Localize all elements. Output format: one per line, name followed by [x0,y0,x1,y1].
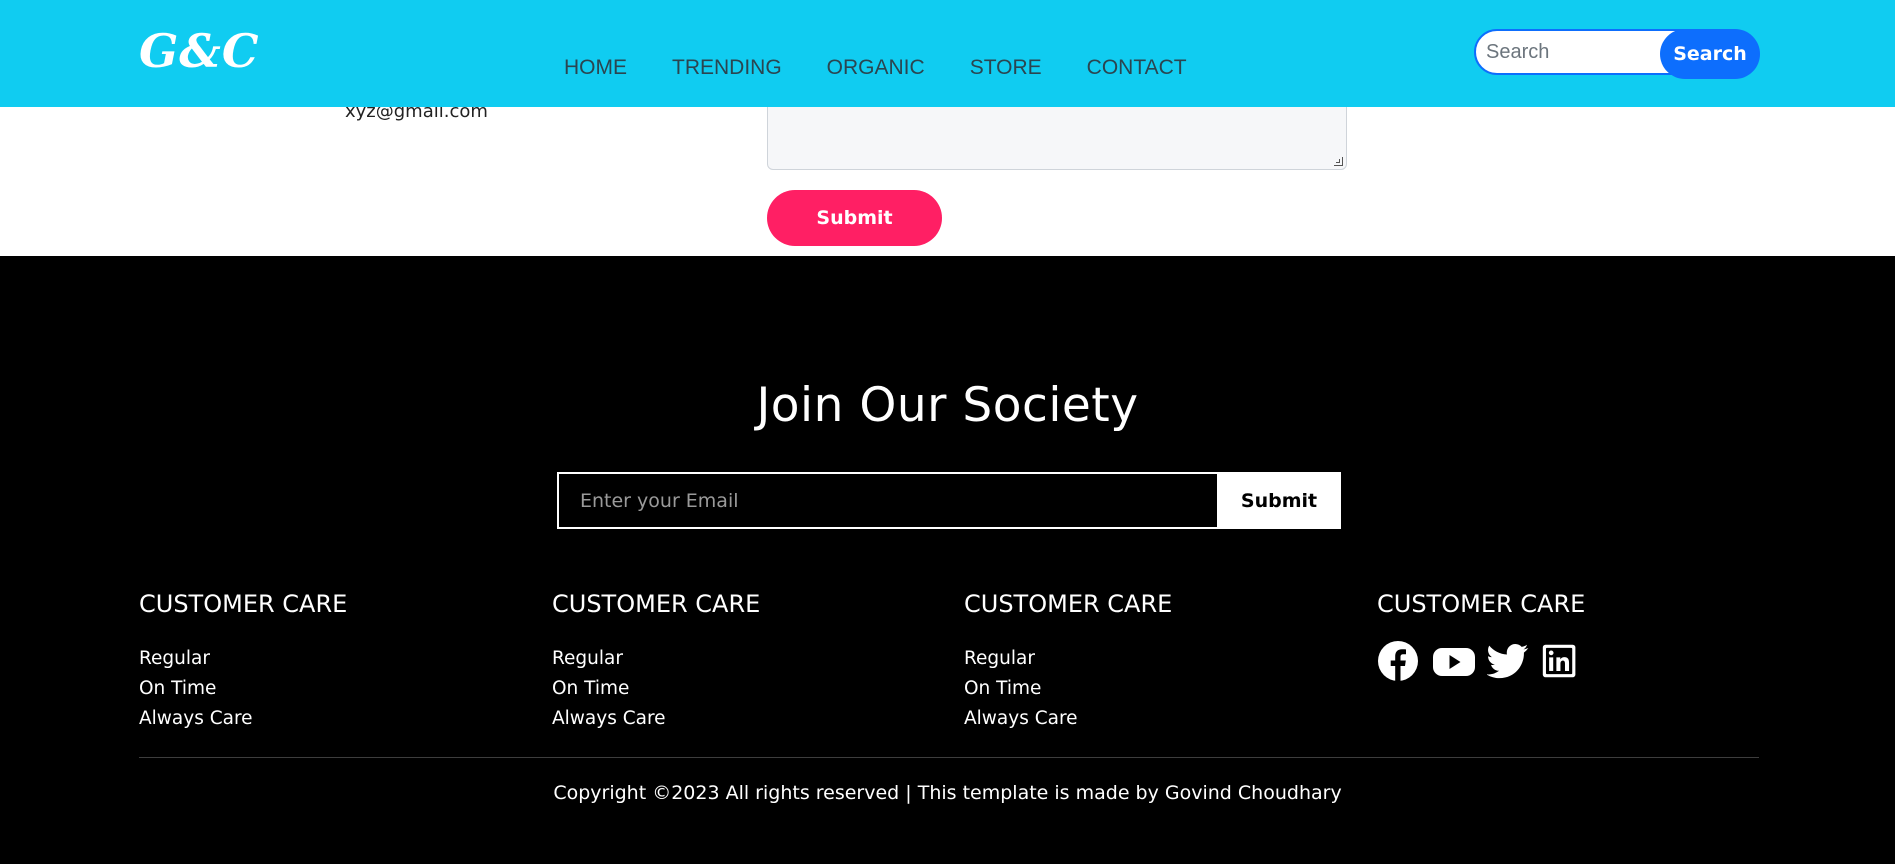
nav-link-organic[interactable]: ORGANIC [827,56,925,80]
social-links [1377,640,1677,682]
footer-link-regular[interactable]: Regular [552,644,852,674]
top-navbar: G&C HOME TRENDING ORGANIC STORE CONTACT … [0,0,1895,107]
resize-handle-icon[interactable] [1334,157,1343,166]
copyright-text: Copyright ©2023 All rights reserved | Th… [553,782,1342,804]
contact-submit-button[interactable]: Submit [767,190,942,246]
footer-link-regular[interactable]: Regular [964,644,1264,674]
youtube-icon[interactable] [1431,640,1475,682]
footer-link-on-time[interactable]: On Time [139,674,439,704]
footer-column-heading: CUSTOMER CARE [964,590,1173,618]
footer-column-3: CUSTOMER CARE Regular On Time Always Car… [964,590,1264,734]
newsletter-email-input[interactable] [557,472,1219,529]
footer-column-4: CUSTOMER CARE [1377,590,1677,682]
search-form: Search [1474,29,1760,79]
search-button[interactable]: Search [1660,29,1760,79]
nav-link-contact[interactable]: CONTACT [1087,56,1187,80]
footer-column-2: CUSTOMER CARE Regular On Time Always Car… [552,590,852,734]
footer-link-on-time[interactable]: On Time [552,674,852,704]
footer-column-heading: CUSTOMER CARE [552,590,761,618]
footer-link-always-care[interactable]: Always Care [139,704,439,734]
main-nav: HOME TRENDING ORGANIC STORE CONTACT [564,56,1187,80]
nav-link-trending[interactable]: TRENDING [672,56,782,80]
footer-title: Join Our Society [756,378,1139,433]
footer-column-heading: CUSTOMER CARE [1377,590,1586,618]
newsletter-form: Submit [557,472,1341,529]
twitter-icon[interactable] [1487,640,1529,682]
footer-link-always-care[interactable]: Always Care [964,704,1264,734]
linkedin-icon[interactable] [1541,640,1579,682]
facebook-icon[interactable] [1377,640,1419,682]
footer: Join Our Society Submit CUSTOMER CARE Re… [0,256,1895,864]
newsletter-submit-button[interactable]: Submit [1217,472,1341,529]
footer-column-1: CUSTOMER CARE Regular On Time Always Car… [139,590,439,734]
nav-link-store[interactable]: STORE [970,56,1042,80]
footer-divider [139,757,1759,758]
footer-link-on-time[interactable]: On Time [964,674,1264,704]
footer-link-always-care[interactable]: Always Care [552,704,852,734]
site-logo[interactable]: G&C [139,24,259,78]
footer-column-heading: CUSTOMER CARE [139,590,348,618]
nav-link-home[interactable]: HOME [564,56,627,80]
footer-link-regular[interactable]: Regular [139,644,439,674]
